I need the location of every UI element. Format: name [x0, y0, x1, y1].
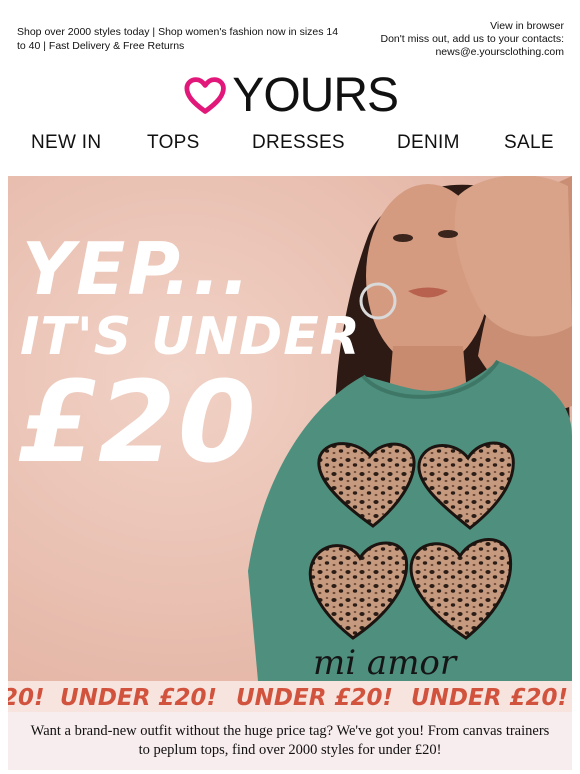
- hero-image: mi amor YEP... IT'S UNDER £20: [8, 176, 572, 681]
- heart-icon: [184, 77, 226, 114]
- shirt-print-text: mi amor: [313, 643, 458, 681]
- ticker-strip: 20! UNDER £20! UNDER £20! UNDER £20!: [8, 685, 568, 711]
- nav-item-new-in[interactable]: NEW IN: [31, 132, 101, 154]
- preheader: Shop over 2000 styles today | Shop women…: [0, 0, 580, 64]
- promo-ticker: 20! UNDER £20! UNDER £20! UNDER £20!: [8, 681, 572, 712]
- preheader-promo-text: Shop over 2000 styles today | Shop women…: [17, 26, 339, 52]
- view-in-browser-link[interactable]: View in browser: [324, 20, 564, 33]
- ticker-fragment: 20!: [8, 685, 45, 711]
- hero-headline-line3: £20: [18, 358, 258, 488]
- hero-banner[interactable]: mi amor YEP... IT'S UNDER £20: [8, 176, 572, 681]
- intro-text: Want a brand-new outfit without the huge…: [30, 723, 550, 758]
- nav-item-denim[interactable]: DENIM: [397, 132, 460, 154]
- preheader-links: View in browser Don't miss out, add us t…: [324, 20, 564, 59]
- brand-logo[interactable]: YOURS: [184, 69, 399, 122]
- ticker-label-1: UNDER £20!: [60, 685, 217, 711]
- hero-headline-line1: YEP...: [22, 227, 252, 311]
- ticker-label-3: UNDER £20!: [411, 685, 568, 711]
- brand-wordmark: YOURS: [232, 69, 399, 122]
- nav-item-dresses[interactable]: DRESSES: [252, 132, 345, 154]
- contacts-note: Don't miss out, add us to your contacts:: [380, 33, 564, 45]
- newsletter-email-link[interactable]: news@e.yoursclothing.com: [324, 46, 564, 59]
- ticker-label-2: UNDER £20!: [236, 685, 393, 711]
- nav-item-tops[interactable]: TOPS: [147, 132, 200, 154]
- main-navigation: NEW IN TOPS DRESSES DENIM SALE: [0, 132, 580, 162]
- nav-item-sale[interactable]: SALE: [504, 132, 554, 154]
- intro-section: Want a brand-new outfit without the huge…: [8, 712, 572, 770]
